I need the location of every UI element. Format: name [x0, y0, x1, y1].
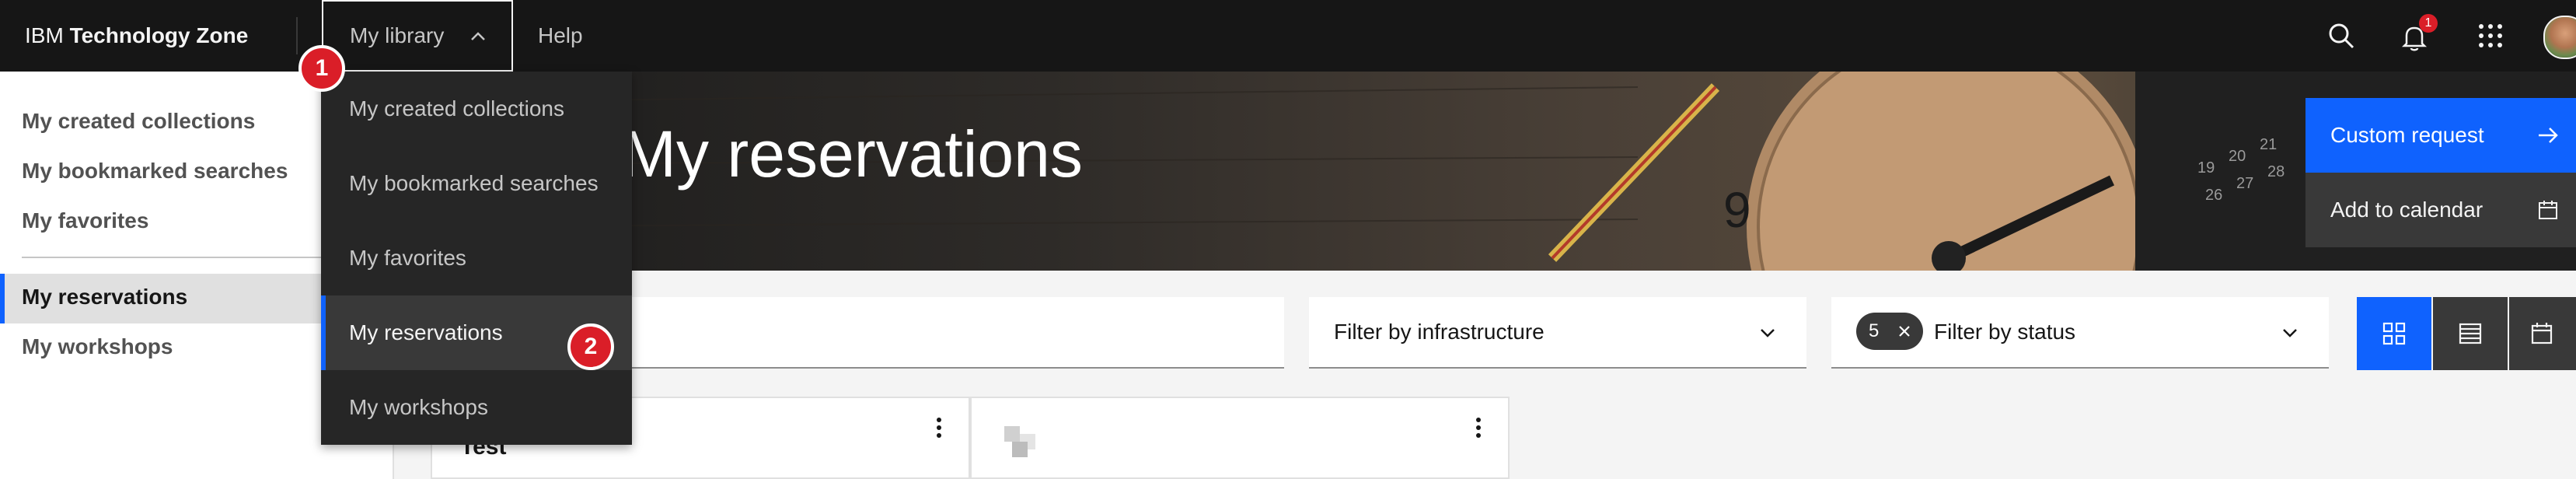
search-icon[interactable]	[2324, 19, 2358, 53]
overflow-menu-icon[interactable]	[930, 415, 948, 440]
menu-item-workshops[interactable]: My workshops	[321, 370, 632, 445]
menu-item-label: My created collections	[349, 96, 565, 121]
svg-text:20: 20	[2229, 148, 2246, 165]
menu-item-created-collections[interactable]: My created collections	[321, 72, 632, 146]
status-filter-count: 5	[1869, 320, 1880, 341]
grid-view-button[interactable]	[2357, 297, 2431, 370]
notification-button[interactable]: 1	[2397, 14, 2438, 54]
status-filter-label: Filter by status	[1934, 320, 2076, 344]
help-link[interactable]: Help	[538, 0, 583, 72]
menu-item-favorites[interactable]: My favorites	[321, 221, 632, 295]
chevron-down-icon	[1761, 329, 1775, 337]
menu-item-label: My favorites	[349, 246, 466, 270]
left-nav-item-reservations-label: My reservations	[22, 285, 188, 309]
menu-item-label: My reservations	[349, 320, 503, 344]
brand-prefix: IBM	[25, 23, 64, 47]
chevron-up-icon	[471, 32, 485, 40]
left-nav-item-created-collections[interactable]: My created collections	[22, 109, 255, 134]
close-icon[interactable]	[1897, 323, 1912, 339]
active-indicator	[321, 295, 326, 370]
svg-text:27: 27	[2236, 175, 2253, 192]
page-title: My reservations	[622, 117, 1083, 191]
arrow-right-icon	[2539, 128, 2558, 143]
menu-item-label: My workshops	[349, 395, 488, 419]
svg-text:21: 21	[2260, 136, 2277, 153]
left-nav-item-favorites[interactable]: My favorites	[22, 208, 148, 233]
infrastructure-filter-label: Filter by infrastructure	[1334, 320, 1545, 344]
list-view-button[interactable]	[2433, 297, 2508, 370]
active-indicator	[0, 274, 5, 323]
left-nav-item-bookmarked-searches[interactable]: My bookmarked searches	[22, 159, 288, 184]
brand-logo[interactable]: IBM Technology Zone	[25, 0, 248, 72]
infrastructure-filter-dropdown[interactable]: Filter by infrastructure	[1309, 297, 1806, 369]
app-switcher-icon[interactable]	[2473, 19, 2508, 53]
svg-text:28: 28	[2267, 163, 2285, 180]
left-nav-divider	[22, 257, 372, 258]
reservation-card[interactable]	[970, 397, 1510, 479]
status-filter-count-tag[interactable]: 5	[1856, 313, 1923, 350]
calendar-view-button[interactable]	[2509, 297, 2576, 370]
calendar-icon	[2539, 201, 2557, 219]
add-to-calendar-label: Add to calendar	[2330, 198, 2484, 222]
overflow-menu-icon[interactable]	[1469, 415, 1488, 440]
custom-request-button[interactable]: Custom request	[2305, 98, 2576, 173]
custom-request-label: Custom request	[2330, 123, 2484, 147]
left-nav-item-workshops[interactable]: My workshops	[22, 334, 173, 359]
step-badge-2: 2	[567, 323, 614, 370]
my-library-dropdown: My created collections My bookmarked sea…	[321, 72, 632, 445]
reservation-card-logo	[1004, 426, 1035, 457]
step-badge-1: 1	[298, 45, 345, 92]
notification-count-badge: 1	[2419, 14, 2438, 33]
chevron-down-icon	[2283, 329, 2297, 337]
header-divider	[296, 17, 298, 54]
calendar-view-icon	[2531, 323, 2553, 344]
svg-text:19: 19	[2197, 159, 2215, 177]
my-library-menu-button[interactable]: My library	[322, 0, 513, 72]
avatar[interactable]	[2543, 16, 2576, 59]
clock-numeral: 9	[1723, 182, 1751, 238]
add-to-calendar-button[interactable]: Add to calendar	[2305, 173, 2576, 247]
svg-text:26: 26	[2205, 187, 2222, 204]
list-view-icon	[2459, 323, 2482, 344]
grid-view-icon	[2382, 322, 2406, 345]
my-library-label: My library	[350, 23, 445, 47]
menu-item-label: My bookmarked searches	[349, 171, 599, 195]
menu-item-bookmarked-searches[interactable]: My bookmarked searches	[321, 146, 632, 221]
brand-name: Technology Zone	[69, 23, 249, 47]
